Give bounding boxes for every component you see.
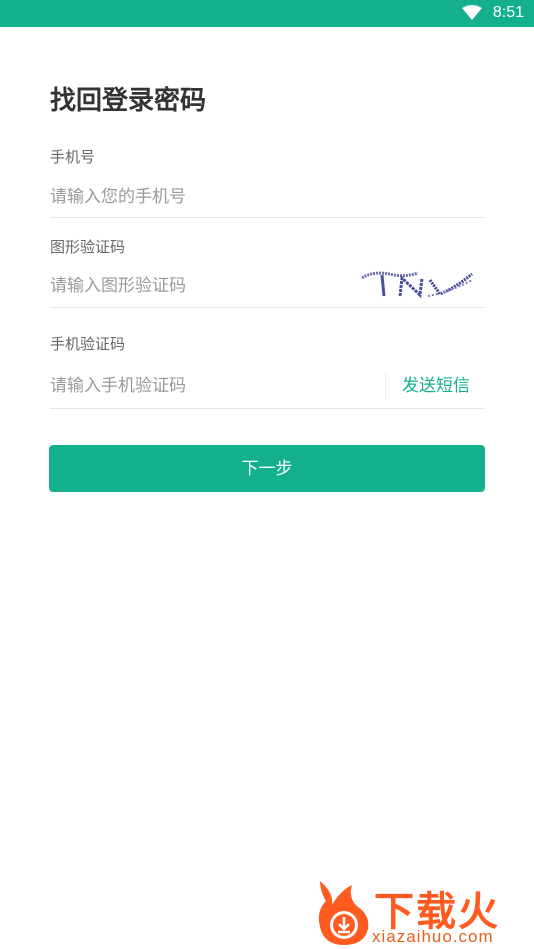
- watermark: 下载火 xiazaihuo.com: [312, 875, 534, 949]
- captcha-input[interactable]: [50, 272, 350, 300]
- flame-download-icon: [318, 881, 369, 945]
- send-sms-button[interactable]: 发送短信: [385, 372, 486, 400]
- sms-code-divider: [50, 408, 485, 409]
- watermark-domain: xiazaihuo.com: [372, 927, 494, 946]
- wifi-icon: [462, 5, 482, 20]
- status-time: 8:51: [492, 4, 524, 21]
- phone-input[interactable]: [50, 183, 350, 211]
- phone-label: 手机号: [50, 148, 96, 166]
- page-title: 找回登录密码: [50, 86, 207, 116]
- captcha-divider: [50, 307, 485, 308]
- phone-divider: [50, 217, 485, 218]
- captcha-label: 图形验证码: [50, 238, 126, 256]
- status-bar: 8:51: [0, 0, 534, 27]
- sms-code-input[interactable]: [50, 372, 370, 400]
- next-button[interactable]: 下一步: [49, 445, 485, 492]
- captcha-image[interactable]: [360, 266, 475, 304]
- sms-code-label: 手机验证码: [50, 335, 126, 353]
